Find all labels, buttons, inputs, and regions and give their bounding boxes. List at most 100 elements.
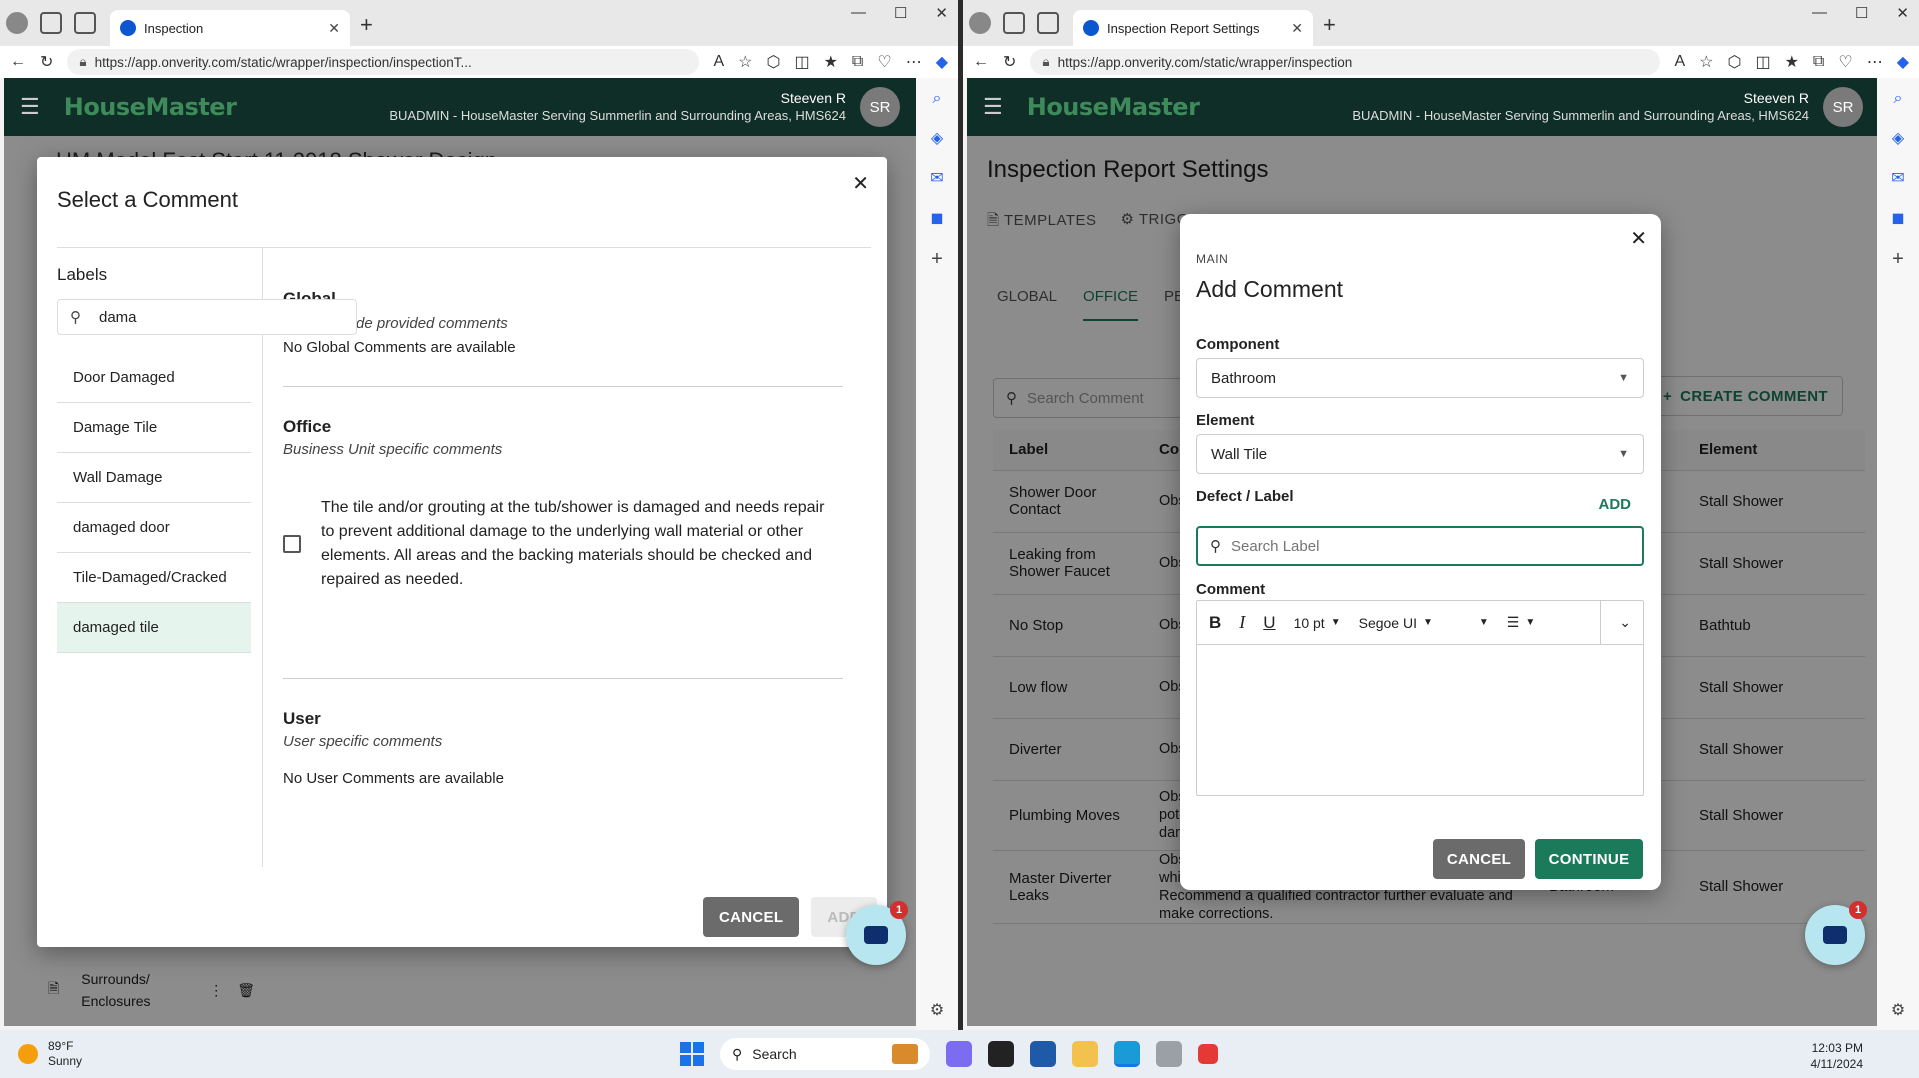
italic-icon[interactable]: I [1239,612,1245,633]
label-search-input[interactable]: ⚲ dama [57,299,357,335]
url-field[interactable]: 🔒︎ https://app.onverity.com/static/wrapp… [1030,49,1661,75]
minimize-icon[interactable]: — [1812,4,1827,22]
search-icon[interactable]: ⌕ [933,90,942,108]
menu-icon[interactable]: ☰ [983,94,1003,120]
taskbar-search[interactable]: ⚲ Search [720,1038,930,1070]
chat-button[interactable]: 1 [1805,901,1867,965]
close-window-icon[interactable]: ✕ [1896,4,1909,22]
outlook-icon[interactable]: ✉ [930,168,943,188]
tab-actions-icon[interactable] [74,12,96,34]
copilot-sidebar-icon[interactable]: ◈ [931,128,943,148]
copilot-app-icon[interactable] [946,1041,972,1067]
profile-icon[interactable] [6,12,28,34]
read-aloud-icon[interactable]: A [1674,53,1685,71]
favorites-icon[interactable]: ★ [1785,52,1799,72]
extensions-icon[interactable]: ⬡ [1727,52,1741,72]
workspaces-icon[interactable] [40,12,62,34]
comment-checkbox[interactable] [283,535,301,553]
add-sidebar-icon[interactable]: + [1892,248,1904,271]
label-list-item[interactable]: Wall Damage [57,453,251,503]
close-window-icon[interactable]: ✕ [935,4,948,22]
weather-widget[interactable]: 89°F Sunny [18,1039,82,1069]
more-tools-chevron-icon[interactable]: ⌄ [1619,614,1631,631]
close-icon[interactable]: ✕ [852,171,869,196]
align-select[interactable]: ☰ ▼ [1507,614,1535,631]
browser-tab-report-settings[interactable]: Inspection Report Settings ✕ [1073,10,1313,46]
settings-gear-icon[interactable]: ⚙ [1891,1000,1905,1020]
app-icon[interactable] [1156,1041,1182,1067]
close-icon[interactable]: ✕ [1630,226,1647,251]
minimize-icon[interactable]: — [851,4,866,22]
more-icon[interactable]: ⋯ [1867,52,1883,72]
underline-icon[interactable]: U [1263,613,1275,633]
label-search-input[interactable] [1231,537,1611,555]
cancel-button[interactable]: CANCEL [1433,839,1525,879]
user-name: Steeven R [1743,90,1809,106]
tab-actions-icon[interactable] [1037,12,1059,34]
copilot-icon[interactable]: ◆ [1897,52,1909,72]
workspaces-icon[interactable] [1003,12,1025,34]
office-section-title: Office [283,417,332,436]
refresh-icon[interactable]: ↻ [1003,52,1016,72]
close-tab-icon[interactable]: ✕ [1291,20,1303,37]
component-select[interactable]: Bathroom ▼ [1196,358,1644,398]
copilot-icon[interactable]: ◆ [936,52,948,72]
settings-gear-icon[interactable]: ⚙ [930,1000,944,1020]
performance-icon[interactable]: ♡ [877,52,891,72]
menu-icon[interactable]: ☰ [20,94,40,120]
label-list-item[interactable]: Damage Tile [57,403,251,453]
store-icon[interactable] [1030,1041,1056,1067]
file-explorer-icon[interactable] [1072,1041,1098,1067]
maximize-icon[interactable]: ☐ [1855,4,1868,22]
edge-sidebar: ⌕ ◈ ✉ ◼ + ⚙ [1877,78,1919,1030]
favorites-icon[interactable]: ★ [824,52,838,72]
profile-icon[interactable] [969,12,991,34]
continue-button[interactable]: CONTINUE [1535,839,1643,879]
label-list-item[interactable]: Door Damaged [57,353,251,403]
snipping-tool-icon[interactable] [1198,1044,1218,1064]
refresh-icon[interactable]: ↻ [40,52,53,72]
teams-icon[interactable]: ◼ [1891,208,1904,228]
start-icon[interactable] [680,1042,704,1066]
outlook-icon[interactable]: ✉ [1891,168,1904,188]
new-tab-icon[interactable]: + [1323,12,1336,38]
comment-textarea[interactable] [1197,645,1643,795]
read-aloud-icon[interactable]: A [713,53,724,71]
maximize-icon[interactable]: ☐ [894,4,907,22]
label-list-item[interactable]: damaged door [57,503,251,553]
toolbar-divider [1600,600,1602,645]
search-icon[interactable]: ⌕ [1894,90,1903,108]
more-icon[interactable]: ⋯ [906,52,922,72]
chat-button[interactable]: 1 [846,901,908,965]
system-clock[interactable]: 12:03 PM 4/11/2024 [1811,1040,1864,1072]
edge-browser-icon[interactable] [1114,1041,1140,1067]
element-select[interactable]: Wall Tile ▼ [1196,434,1644,474]
avatar[interactable]: SR [860,87,900,127]
extensions-icon[interactable]: ⬡ [766,52,780,72]
new-tab-icon[interactable]: + [360,12,373,38]
favorite-star-icon[interactable]: ☆ [1699,52,1713,72]
back-icon[interactable]: ← [973,53,989,71]
label-list-item[interactable]: Tile-Damaged/Cracked [57,553,251,603]
performance-icon[interactable]: ♡ [1838,52,1852,72]
add-sidebar-icon[interactable]: + [931,248,943,271]
browser-tab-inspection[interactable]: Inspection ✕ [110,10,350,46]
collections-icon[interactable]: ⧉ [1813,53,1824,71]
cancel-button[interactable]: CANCEL [703,897,800,937]
url-field[interactable]: 🔒︎ https://app.onverity.com/static/wrapp… [67,49,700,75]
font-size-select[interactable]: 10 pt ▼ [1294,615,1341,631]
font-family-select[interactable]: Segoe UI ▼ ▼ [1359,615,1489,631]
avatar[interactable]: SR [1823,87,1863,127]
copilot-sidebar-icon[interactable]: ◈ [1892,128,1904,148]
favorite-star-icon[interactable]: ☆ [738,52,752,72]
bold-icon[interactable]: B [1209,613,1221,633]
collections-icon[interactable]: ⧉ [852,53,863,71]
teams-icon[interactable]: ◼ [930,208,943,228]
close-tab-icon[interactable]: ✕ [328,20,340,37]
task-view-icon[interactable] [988,1041,1014,1067]
split-screen-icon[interactable]: ◫ [1755,52,1770,72]
back-icon[interactable]: ← [10,53,26,71]
label-list-item[interactable]: damaged tile [57,603,251,653]
add-label-link[interactable]: ADD [1599,496,1632,513]
split-screen-icon[interactable]: ◫ [794,52,809,72]
